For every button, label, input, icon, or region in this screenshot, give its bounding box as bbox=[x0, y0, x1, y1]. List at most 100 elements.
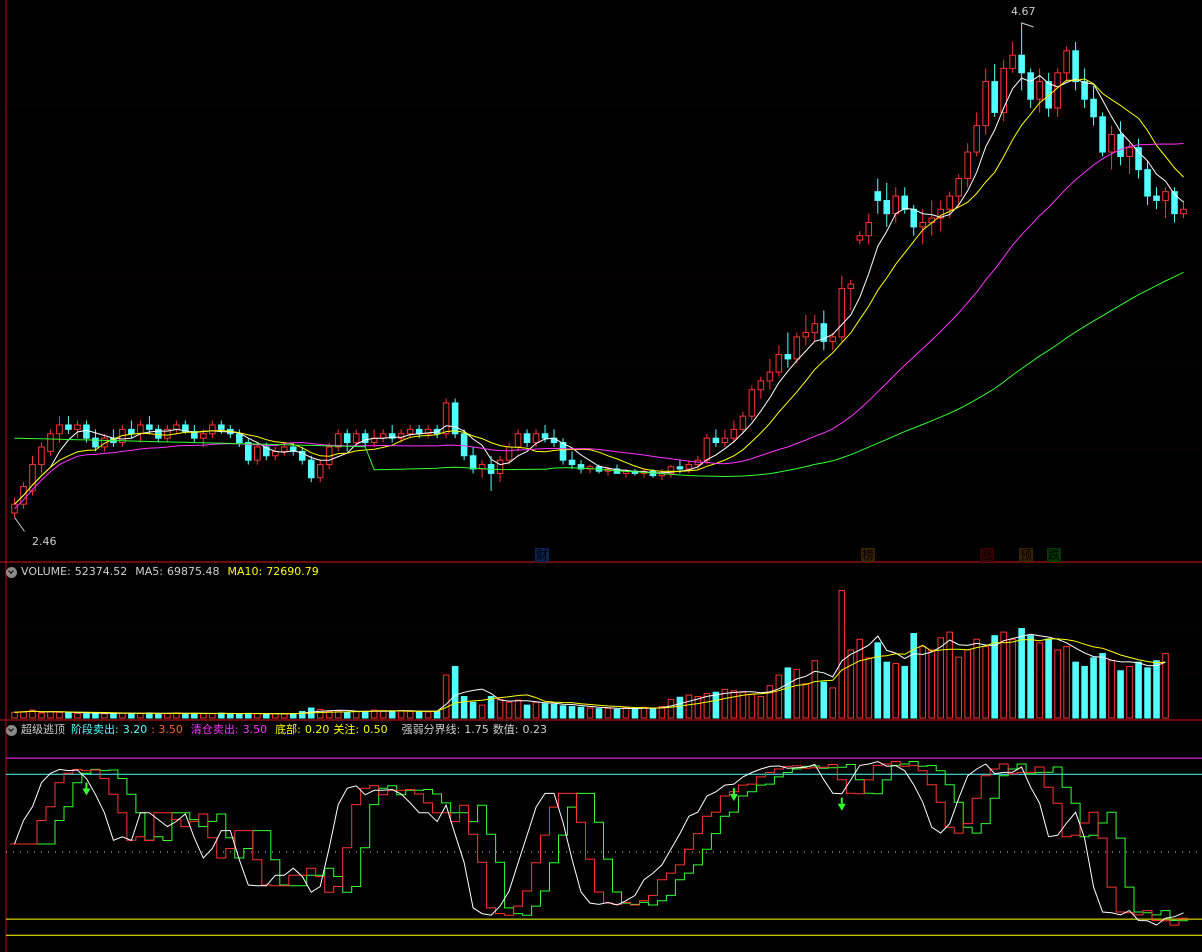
volume-bar bbox=[343, 711, 351, 719]
candle-body bbox=[307, 459, 315, 479]
volume-bar bbox=[775, 674, 783, 719]
candle-body bbox=[1027, 72, 1034, 100]
volume-bar bbox=[1099, 653, 1106, 719]
volume-bar bbox=[245, 712, 252, 719]
candle-body bbox=[415, 428, 423, 435]
indicator-name: 超级逃顶 bbox=[21, 723, 65, 736]
volume-value: 52374.52 bbox=[74, 565, 128, 578]
volume-bar bbox=[892, 663, 900, 719]
candle-body bbox=[946, 195, 953, 210]
indicator-panel-header: 超级逃顶 阶段卖出: 3.20 : 3.50 清仓卖出: 3.50 底部: 0.… bbox=[6, 722, 551, 738]
panel-menu-icon[interactable] bbox=[6, 566, 17, 578]
candle-body bbox=[1018, 54, 1025, 74]
candle-body bbox=[784, 354, 792, 360]
candle-body bbox=[460, 433, 468, 457]
candle-body bbox=[919, 221, 927, 228]
candle-body bbox=[514, 433, 522, 448]
candle-body bbox=[856, 235, 864, 241]
volume-bar bbox=[254, 713, 261, 719]
boundary-label: 强弱分界线: bbox=[401, 723, 461, 736]
volume-bar bbox=[631, 708, 639, 719]
candle-body bbox=[406, 428, 414, 435]
candle-body bbox=[245, 442, 252, 461]
volume-bar bbox=[1072, 661, 1079, 719]
volume-bar bbox=[182, 713, 189, 719]
candle-body bbox=[1099, 116, 1106, 153]
event-tag-forecast[interactable]: 预 bbox=[1019, 548, 1034, 562]
candle-body bbox=[523, 433, 531, 444]
volume-bar bbox=[388, 711, 396, 719]
volume-bar bbox=[883, 661, 891, 719]
volume-bar bbox=[541, 703, 549, 719]
volume-bar bbox=[1126, 665, 1133, 719]
candle-body bbox=[829, 336, 837, 342]
volume-bar bbox=[928, 649, 936, 719]
candle-body bbox=[874, 191, 882, 201]
volume-bar bbox=[397, 709, 405, 719]
candle-body bbox=[1054, 72, 1061, 109]
candle-body bbox=[955, 177, 962, 197]
candle-body bbox=[1117, 133, 1124, 157]
candle-body bbox=[811, 323, 819, 334]
volume-bar bbox=[1018, 628, 1025, 719]
volume-bar bbox=[47, 711, 54, 719]
event-tag-list[interactable]: 榜 bbox=[861, 548, 876, 562]
volume-bar bbox=[361, 710, 369, 719]
volume-bar bbox=[128, 713, 135, 719]
volume-bar bbox=[442, 674, 450, 719]
ma5-label: MA5: bbox=[135, 565, 164, 578]
attention-label: 关注: bbox=[333, 723, 360, 736]
volume-bar bbox=[1090, 657, 1097, 719]
candle-body bbox=[1036, 81, 1043, 100]
event-tag-fall[interactable]: 跌 bbox=[1047, 548, 1062, 562]
candle-body bbox=[254, 446, 261, 461]
ma5-line bbox=[14, 74, 1184, 505]
volume-bar bbox=[559, 705, 567, 719]
clear-sell-value: 3.50 bbox=[242, 723, 268, 736]
stage-sell-value: 3.20 bbox=[122, 723, 148, 736]
volume-bar bbox=[766, 685, 774, 719]
candle-body bbox=[757, 380, 765, 391]
event-tag-earnings[interactable]: 财 bbox=[535, 548, 550, 562]
volume-bar bbox=[1144, 667, 1151, 719]
sell-arrow-icon bbox=[837, 803, 846, 811]
event-tag-rise[interactable]: 涨 bbox=[980, 548, 995, 562]
candle-body bbox=[865, 221, 873, 237]
volume-bar bbox=[676, 696, 684, 719]
candle-body bbox=[47, 433, 54, 452]
volume-bar bbox=[730, 690, 738, 719]
volume-bar bbox=[964, 649, 971, 719]
candle-body bbox=[38, 446, 45, 466]
volume-bar bbox=[982, 645, 989, 719]
volume-bar bbox=[451, 665, 459, 719]
candle-body bbox=[982, 81, 989, 127]
candle-body bbox=[793, 336, 801, 360]
candle-body bbox=[280, 446, 288, 452]
volume-bar bbox=[595, 708, 603, 719]
volume-bar bbox=[685, 694, 693, 719]
candle-body bbox=[802, 332, 810, 338]
candle-body bbox=[65, 424, 72, 430]
candle-body bbox=[568, 459, 576, 466]
volume-bar bbox=[137, 712, 144, 719]
bottom-label: 底部: bbox=[275, 723, 301, 736]
candle-body bbox=[74, 424, 81, 430]
volume-bar bbox=[20, 711, 27, 719]
clear-sell-label: 清仓卖出: bbox=[190, 723, 239, 736]
price-chart[interactable] bbox=[0, 0, 1202, 952]
volume-bar bbox=[667, 698, 675, 719]
stage-sell-value-2: : 3.50 bbox=[151, 723, 183, 736]
volume-bar bbox=[469, 701, 477, 719]
volume-bar bbox=[811, 660, 819, 719]
candle-body bbox=[1063, 50, 1070, 74]
candle-body bbox=[1180, 208, 1187, 215]
volume-bar bbox=[586, 707, 594, 719]
candle-body bbox=[316, 464, 324, 479]
volume-bar bbox=[406, 710, 414, 719]
volume-bar bbox=[640, 706, 648, 719]
max-price-label: 4.67 bbox=[1011, 5, 1036, 18]
volume-bar bbox=[604, 707, 612, 719]
panel-menu-icon[interactable] bbox=[6, 724, 17, 736]
volume-bar bbox=[200, 713, 207, 719]
bottom-value: 0.20 bbox=[304, 723, 330, 736]
